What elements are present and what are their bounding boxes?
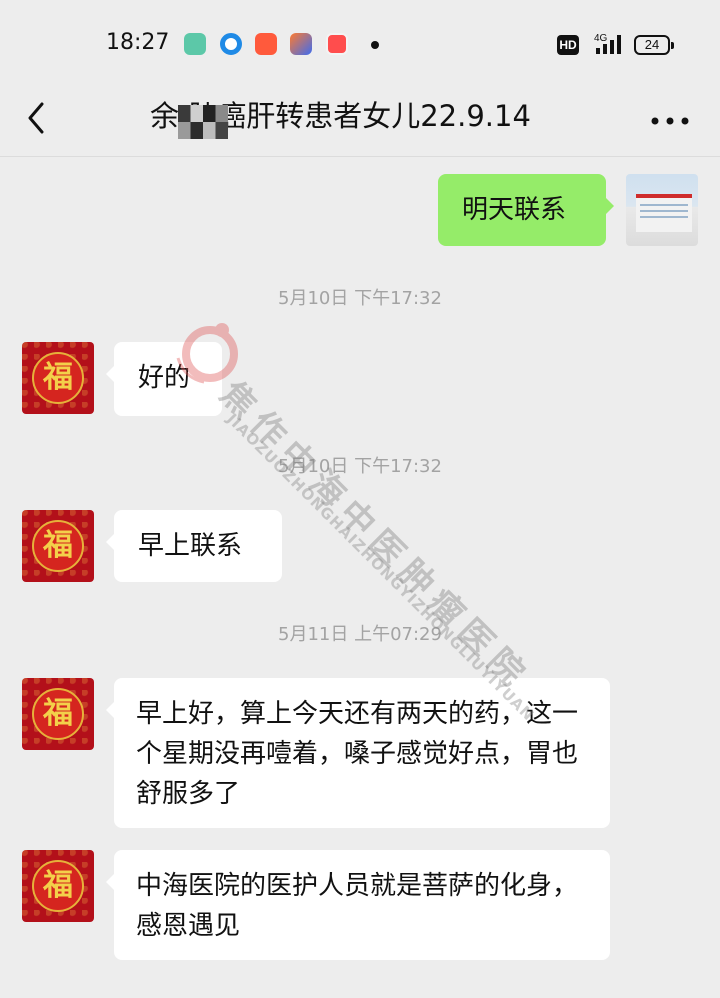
fu-character: 福 — [32, 688, 84, 740]
hospital-logo-watermark — [176, 323, 238, 384]
contact-avatar[interactable]: 福 — [22, 850, 94, 922]
timestamp: 5月10日 下午17:32 — [278, 456, 442, 477]
message-bubble-incoming[interactable]: 早上联系 — [106, 510, 282, 582]
hd-badge: HD — [557, 35, 579, 55]
message-bubble-incoming[interactable]: 早上好，算上今天还有两天的药，这一个星期没再噎着，嗓子感觉好点，胃也舒服多了 — [106, 678, 610, 828]
fu-character: 福 — [32, 520, 84, 572]
contact-avatar[interactable]: 福 — [22, 678, 94, 750]
chat-header: 余 肺癌肝转患者女儿22.9.14 — [0, 88, 720, 157]
chevron-left-icon[interactable] — [20, 98, 52, 138]
my-avatar[interactable] — [626, 174, 698, 246]
fu-character: 福 — [32, 352, 84, 404]
status-time: 18:27 — [106, 30, 170, 55]
contact-avatar[interactable]: 福 — [22, 510, 94, 582]
media-app-icon — [326, 33, 348, 55]
more-dots-icon[interactable] — [650, 116, 690, 126]
signal-icon: 4G — [594, 33, 621, 54]
message-bubble-outgoing[interactable]: 明天联系 — [438, 174, 614, 246]
social-app-icon — [255, 33, 277, 55]
contact-avatar[interactable]: 福 — [22, 342, 94, 414]
timestamp: 5月10日 下午17:32 — [278, 288, 442, 309]
fu-character: 福 — [32, 860, 84, 912]
browser-app-icon — [220, 33, 242, 55]
shop-app-icon — [290, 33, 312, 55]
status-bar: 18:27 HD 4G 24 — [0, 0, 720, 88]
network-label: 4G — [594, 33, 608, 44]
name-mosaic-redaction — [178, 105, 228, 139]
notes-app-icon — [184, 33, 206, 55]
more-notifications-dot — [371, 41, 379, 49]
battery-icon: 24 — [634, 35, 674, 55]
hospital-building-image — [636, 194, 692, 232]
message-bubble-incoming[interactable]: 中海医院的医护人员就是菩萨的化身，感恩遇见 — [106, 850, 610, 960]
timestamp: 5月11日 上午07:29 — [278, 624, 442, 645]
